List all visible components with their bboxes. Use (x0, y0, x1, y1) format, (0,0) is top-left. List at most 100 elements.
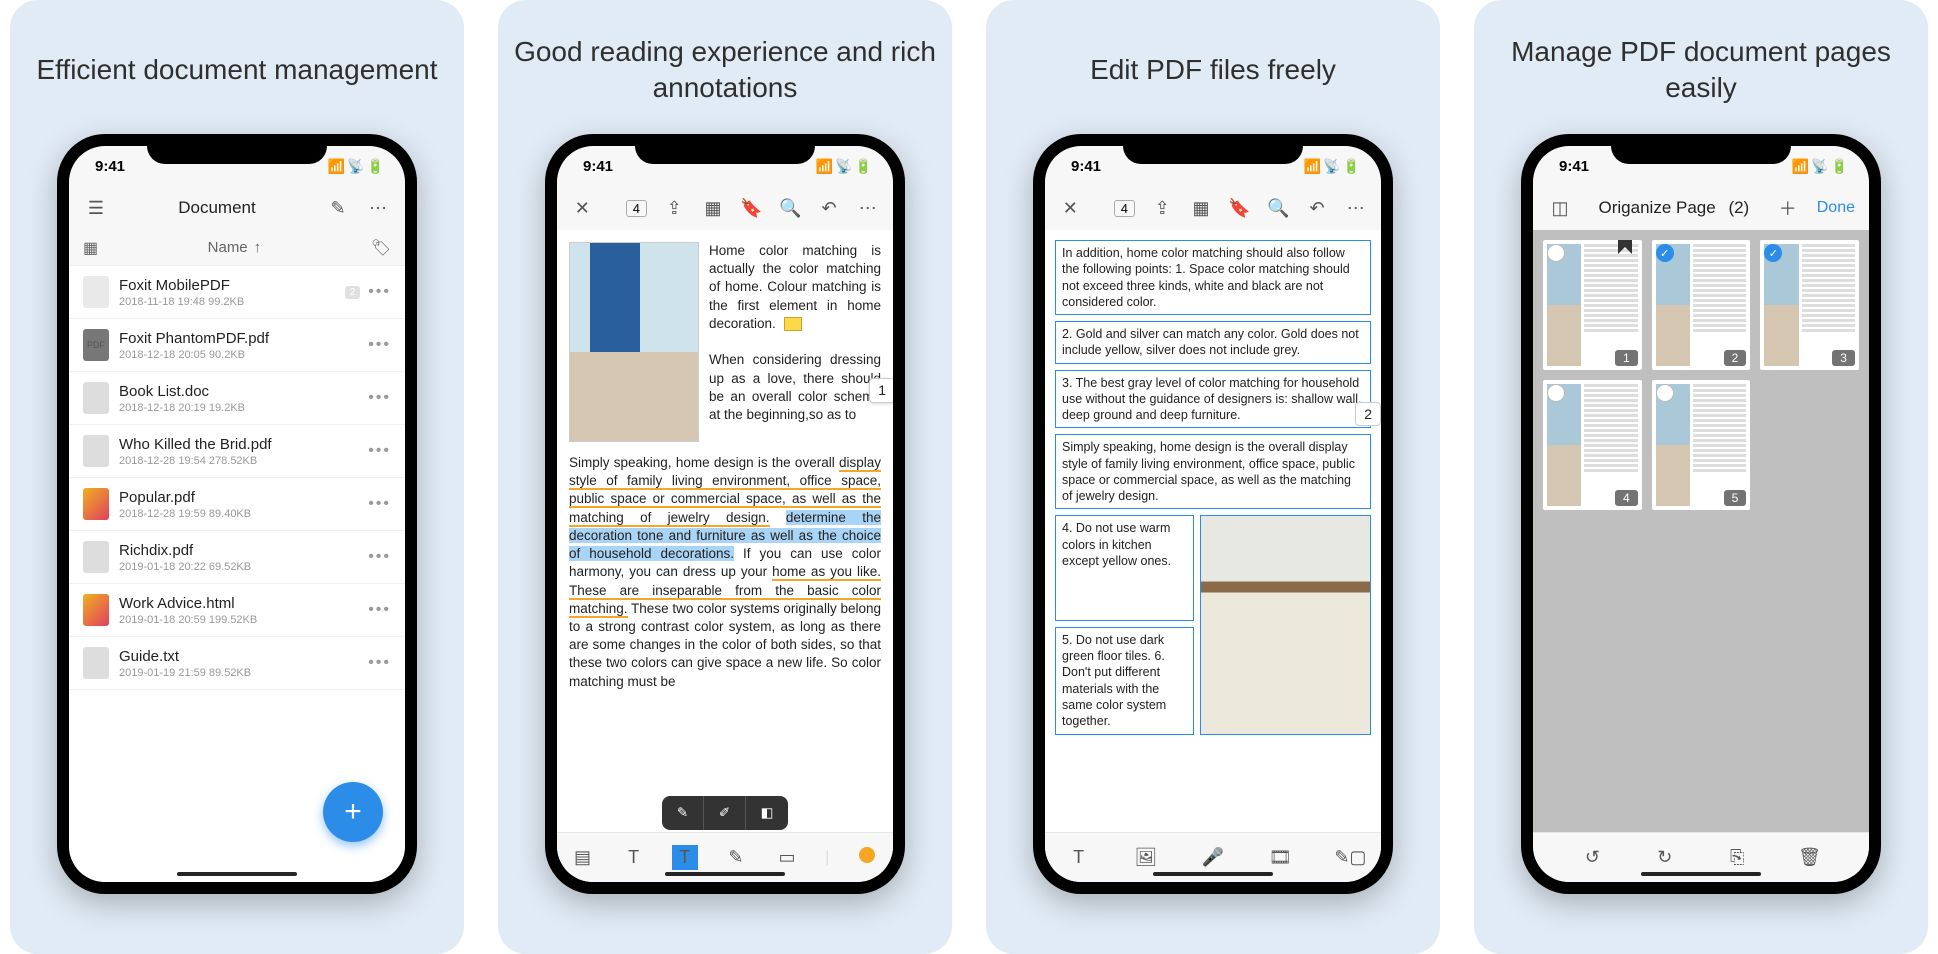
extract-page-icon[interactable]: ⎘ (1724, 847, 1750, 868)
doc-more-icon[interactable]: ••• (368, 495, 391, 513)
notch (1611, 134, 1791, 164)
page-thumbnail[interactable]: 4 (1543, 380, 1642, 510)
add-page-icon[interactable]: ＋ (1775, 195, 1801, 221)
reader-toolbar: ✕ 4 ⇪ ▦ 🔖 🔍 ↶ ⋯ (557, 186, 893, 230)
more-icon[interactable]: ⋯ (856, 198, 879, 219)
home-indicator (1641, 872, 1761, 876)
edit-text-block[interactable]: In addition, home color matching should … (1055, 240, 1371, 315)
edit-content[interactable]: In addition, home color matching should … (1045, 230, 1381, 882)
menu-icon[interactable]: ☰ (83, 198, 109, 219)
more-icon[interactable]: ⋯ (365, 198, 391, 219)
document-row[interactable]: Popular.pdf2018-12-28 19:59 89.40KB••• (69, 478, 405, 531)
edit-text-block[interactable]: 3. The best gray level of color matching… (1055, 370, 1371, 429)
panel-title: Efficient document management (36, 30, 437, 110)
page-number-badge: 3 (1832, 350, 1855, 366)
note-annotation-icon[interactable]: ▤ (570, 847, 596, 868)
document-row[interactable]: Richdix.pdf 2019-01-18 20:22 69.52KB ••• (69, 531, 405, 584)
insert-image-icon[interactable]: 🖼 (1133, 847, 1159, 868)
notch (1123, 134, 1303, 164)
document-row[interactable]: PDFFoxit PhantomPDF.pdf2018-12-18 20:05 … (69, 319, 405, 372)
pencil-tool-icon[interactable]: ✎ (662, 796, 704, 830)
status-icons: 📶 📡 🔋 (816, 158, 871, 175)
page-thumbnail[interactable]: ✓2 (1652, 240, 1751, 370)
doc-more-icon[interactable]: ••• (368, 654, 391, 672)
highlight-annotation-icon[interactable]: T (672, 845, 698, 870)
page-select-checkbox[interactable]: ✓ (1656, 244, 1674, 262)
doc-meta: 2018-12-18 20:05 90.2KB (119, 349, 358, 361)
pen-annotation-icon[interactable]: ✎ (723, 847, 749, 868)
insert-signature-icon[interactable]: ✎▢ (1334, 847, 1360, 868)
reader-content[interactable]: Home color matching is actually the colo… (557, 230, 893, 882)
select-all-icon[interactable]: ◫ (1547, 198, 1573, 219)
close-icon[interactable]: ✕ (1059, 198, 1082, 219)
delete-page-icon[interactable]: 🗑 (1797, 847, 1823, 868)
text-annotation-icon[interactable]: T (621, 847, 647, 868)
sticky-note-icon[interactable] (784, 317, 802, 331)
edit-text-block[interactable]: 2. Gold and silver can match any color. … (1055, 321, 1371, 364)
document-row[interactable]: Book List.doc2018-12-18 20:19 19.2KB••• (69, 372, 405, 425)
insert-text-icon[interactable]: T (1066, 847, 1092, 868)
doc-more-icon[interactable]: ••• (368, 548, 391, 566)
edit-toolbar: ✕ 4 ⇪ ▦ 🔖 🔍 ↶ ⋯ (1045, 186, 1381, 230)
doc-thumb-icon (83, 647, 109, 679)
page-indicator[interactable]: 4 (1114, 200, 1135, 217)
share-icon[interactable]: ⇪ (1151, 198, 1174, 219)
rotate-left-icon[interactable]: ↺ (1579, 847, 1605, 868)
doc-more-icon[interactable]: ••• (368, 336, 391, 354)
reader-text: Simply speaking, home design is the over… (569, 455, 839, 470)
document-row[interactable]: Foxit MobilePDF2018-11-18 19:48 99.2KB2•… (69, 266, 405, 319)
document-row[interactable]: Work Advice.html2019-01-18 20:59 199.52K… (69, 584, 405, 637)
document-row[interactable]: Who Killed the Brid.pdf2018-12-28 19:54 … (69, 425, 405, 478)
add-fab[interactable]: + (323, 782, 383, 842)
close-icon[interactable]: ✕ (571, 198, 594, 219)
shape-annotation-icon[interactable]: ▭ (774, 847, 800, 868)
thumbnails-icon[interactable]: ▦ (702, 198, 725, 219)
rotate-right-icon[interactable]: ↻ (1652, 847, 1678, 868)
edit-text-block[interactable]: 4. Do not use warm colors in kitchen exc… (1055, 515, 1194, 621)
create-icon[interactable]: ✎ (325, 198, 351, 219)
document-row[interactable]: Guide.txt2019-01-19 21:59 89.52KB••• (69, 637, 405, 690)
page-select-checkbox[interactable] (1656, 384, 1674, 402)
highlighter-tool-icon[interactable]: ✐ (704, 796, 746, 830)
doc-more-icon[interactable]: ••• (368, 283, 391, 301)
page-thumbnail[interactable]: 1 (1543, 240, 1642, 370)
undo-icon[interactable]: ↶ (1306, 198, 1329, 219)
tag-icon[interactable]: 🏷 (371, 238, 391, 258)
doc-more-icon[interactable]: ••• (368, 601, 391, 619)
bookmark-icon[interactable]: 🔖 (1228, 198, 1251, 219)
doc-name: Richdix.pdf (119, 542, 358, 559)
edit-text-block[interactable]: 5. Do not use dark green floor tiles. 6.… (1055, 627, 1194, 735)
more-icon[interactable]: ⋯ (1344, 198, 1367, 219)
edit-image-block[interactable] (1200, 515, 1371, 735)
page-select-checkbox[interactable] (1547, 384, 1565, 402)
page-indicator[interactable]: 4 (626, 200, 647, 217)
share-icon[interactable]: ⇪ (663, 198, 686, 219)
panel-document-management: Efficient document management 9:41 📶 📡 🔋… (10, 0, 464, 954)
page-select-checkbox[interactable] (1547, 244, 1565, 262)
grid-view-icon[interactable]: ▦ (83, 238, 98, 258)
edit-text-block[interactable]: Simply speaking, home design is the over… (1055, 434, 1371, 509)
color-picker-icon[interactable] (854, 847, 880, 868)
doc-meta: 2019-01-18 20:22 69.52KB (119, 561, 358, 573)
header-title: Document (178, 198, 255, 218)
insert-audio-icon[interactable]: 🎤 (1200, 847, 1226, 868)
undo-icon[interactable]: ↶ (818, 198, 841, 219)
doc-name: Book List.doc (119, 383, 358, 400)
page-thumbnail[interactable]: ✓3 (1760, 240, 1859, 370)
eraser-tool-icon[interactable]: ◧ (746, 796, 788, 830)
bookmark-icon[interactable]: 🔖 (740, 198, 763, 219)
page-grid[interactable]: 1✓2✓345 (1533, 230, 1869, 882)
organize-toolbar: ◫ Origanize Page (2) ＋ Done (1533, 186, 1869, 230)
home-indicator (665, 872, 785, 876)
page-thumbnail[interactable]: 5 (1652, 380, 1751, 510)
search-icon[interactable]: 🔍 (1267, 198, 1290, 219)
home-indicator (1153, 872, 1273, 876)
doc-more-icon[interactable]: ••• (368, 442, 391, 460)
search-icon[interactable]: 🔍 (779, 198, 802, 219)
doc-more-icon[interactable]: ••• (368, 389, 391, 407)
thumbnails-icon[interactable]: ▦ (1190, 198, 1213, 219)
toolbar: ☰ Document ✎ ⋯ (69, 186, 405, 230)
sort-by-name[interactable]: Name ↑ (98, 239, 371, 256)
insert-video-icon[interactable]: 🎞 (1267, 847, 1293, 868)
done-button[interactable]: Done (1817, 199, 1855, 217)
